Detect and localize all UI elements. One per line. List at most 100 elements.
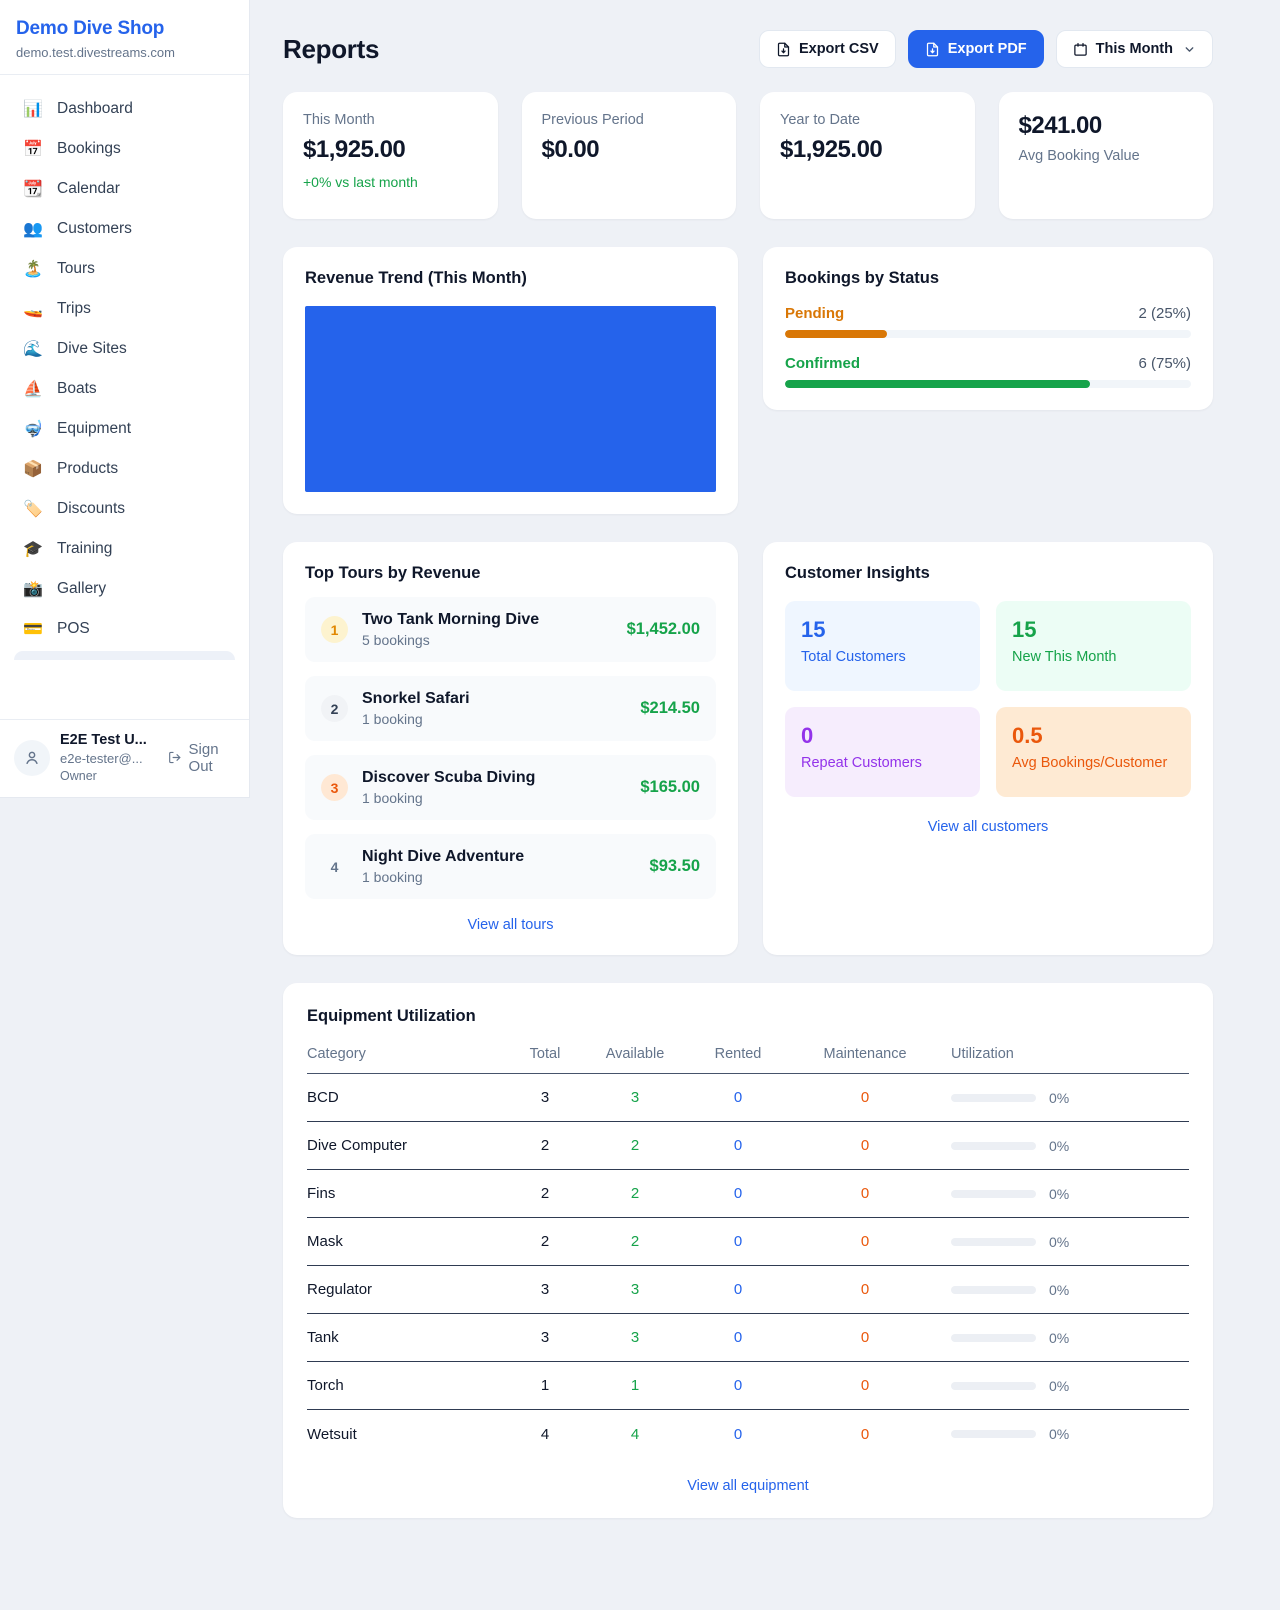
- shop-name[interactable]: Demo Dive Shop: [16, 18, 233, 40]
- insight-tiles: 15 Total Customers 15 New This Month 0 R…: [785, 601, 1191, 797]
- progress-fill: [785, 380, 1090, 388]
- tile-new-this-month: 15 New This Month: [996, 601, 1191, 691]
- equipment-available: 2: [593, 1185, 677, 1202]
- utilization-track: [951, 1094, 1036, 1102]
- sidebar-nav: 📊Dashboard 📅Bookings 📆 Calendar 👥 Customer…: [0, 75, 249, 719]
- person-icon: [23, 749, 41, 767]
- status-label: Confirmed: [785, 355, 860, 372]
- status-label: Pending: [785, 305, 844, 322]
- tour-revenue: $165.00: [640, 778, 700, 797]
- sidebar-item-dive-sites[interactable]: 🌊Dive Sites: [8, 329, 241, 369]
- sidebar-item-dashboard[interactable]: 📊Dashboard: [8, 89, 241, 129]
- customers-icon: 👥: [22, 219, 44, 239]
- sidebar-item-discounts[interactable]: 🏷️Discounts: [8, 489, 241, 529]
- view-all-customers-link[interactable]: View all customers: [785, 819, 1191, 835]
- utilization-pct: 0%: [1049, 1234, 1069, 1250]
- sidebar-item-label: Customers: [57, 220, 132, 238]
- tour-list-item[interactable]: 4 Night Dive Adventure1 booking $93.50: [305, 834, 716, 899]
- utilization-track: [951, 1286, 1036, 1294]
- equipment-total: 3: [497, 1089, 593, 1106]
- status-value: 2 (25%): [1138, 305, 1191, 322]
- progress-track: [785, 330, 1191, 338]
- stat-label: Year to Date: [780, 112, 955, 128]
- page-header: Reports Export CSV Export PDF This Month: [283, 30, 1213, 68]
- sidebar-item-label: Calendar: [57, 180, 120, 198]
- utilization-pct: 0%: [1049, 1426, 1069, 1442]
- utilization-pct: 0%: [1049, 1090, 1069, 1106]
- sidebar-item-trips[interactable]: 🚤Trips: [8, 289, 241, 329]
- sidebar-item-label: Boats: [57, 380, 97, 398]
- period-dropdown[interactable]: This Month: [1056, 30, 1213, 68]
- stat-value: $241.00: [1019, 112, 1194, 140]
- view-all-equipment-link[interactable]: View all equipment: [307, 1478, 1189, 1494]
- utilization-pct: 0%: [1049, 1378, 1069, 1394]
- sidebar-item-calendar[interactable]: 📆 Calendar: [8, 169, 241, 209]
- dashboard-icon: 📊: [22, 99, 44, 119]
- tile-label: New This Month: [1012, 649, 1175, 665]
- equipment-rented: 0: [677, 1329, 799, 1346]
- sidebar: Demo Dive Shop demo.test.divestreams.com…: [0, 0, 250, 798]
- sidebar-item-products[interactable]: 📦Products: [8, 449, 241, 489]
- tour-bookings-count: 5 bookings: [362, 632, 613, 648]
- sidebar-item-training[interactable]: 🎓Training: [8, 529, 241, 569]
- sidebar-item-equipment[interactable]: 🤿Equipment: [8, 409, 241, 449]
- utilization-track: [951, 1430, 1036, 1438]
- utilization-pct: 0%: [1049, 1282, 1069, 1298]
- stat-value: $0.00: [542, 136, 717, 164]
- sign-out-button[interactable]: Sign Out: [168, 741, 235, 775]
- sidebar-item-label: POS: [57, 620, 90, 638]
- sidebar-item-label: Equipment: [57, 420, 131, 438]
- sidebar-item-label: Discounts: [57, 500, 125, 518]
- status-row-pending: Pending 2 (25%): [785, 305, 1191, 338]
- equipment-available: 2: [593, 1233, 677, 1250]
- island-icon: 🏝️: [22, 259, 44, 279]
- utilization-track: [951, 1142, 1036, 1150]
- tile-value: 0.5: [1012, 723, 1175, 749]
- sidebar-item-boats[interactable]: ⛵Boats: [8, 369, 241, 409]
- export-csv-button[interactable]: Export CSV: [759, 30, 896, 68]
- sidebar-item-pos[interactable]: 💳POS: [8, 609, 241, 649]
- rank-badge: 3: [321, 774, 348, 801]
- tour-list-item[interactable]: 2 Snorkel Safari1 booking $214.50: [305, 676, 716, 741]
- customer-insights-title: Customer Insights: [785, 564, 1191, 583]
- sidebar-item-label: Trips: [57, 300, 91, 318]
- tile-label: Repeat Customers: [801, 755, 964, 771]
- tour-name: Snorkel Safari: [362, 690, 470, 707]
- sidebar-header: Demo Dive Shop demo.test.divestreams.com: [0, 0, 249, 75]
- export-pdf-button[interactable]: Export PDF: [908, 30, 1044, 68]
- calendar-icon: 📆: [22, 179, 44, 199]
- sidebar-item-label: Dive Sites: [57, 340, 127, 358]
- sidebar-item-customers[interactable]: 👥 Customers: [8, 209, 241, 249]
- page-title: Reports: [283, 34, 379, 65]
- table-row: Fins 2 2 0 0 0%: [307, 1170, 1189, 1218]
- col-rented: Rented: [677, 1046, 799, 1062]
- sidebar-item-reports-partial[interactable]: [14, 651, 235, 660]
- camera-icon: 📸: [22, 579, 44, 599]
- table-row: BCD 3 3 0 0 0%: [307, 1074, 1189, 1122]
- equipment-rented: 0: [677, 1089, 799, 1106]
- tile-label: Avg Bookings/Customer: [1012, 755, 1175, 771]
- stat-delta: +0% vs last month: [303, 174, 478, 190]
- view-all-tours-link[interactable]: View all tours: [305, 917, 716, 933]
- equipment-category: Dive Computer: [307, 1137, 497, 1154]
- stat-value: $1,925.00: [780, 136, 955, 164]
- col-total: Total: [497, 1046, 593, 1062]
- sidebar-item-gallery[interactable]: 📸 Gallery: [8, 569, 241, 609]
- equipment-rented: 0: [677, 1233, 799, 1250]
- sidebar-item-bookings[interactable]: 📅Bookings: [8, 129, 241, 169]
- tour-list-item[interactable]: 1 Two Tank Morning Dive5 bookings $1,452…: [305, 597, 716, 662]
- tour-list-item[interactable]: 3 Discover Scuba Diving1 booking $165.00: [305, 755, 716, 820]
- equipment-available: 3: [593, 1089, 677, 1106]
- sidebar-item-label: Gallery: [57, 580, 106, 598]
- stat-label: This Month: [303, 112, 478, 128]
- tour-bookings-count: 1 booking: [362, 711, 626, 727]
- calendar-icon: [1073, 42, 1088, 57]
- tile-value: 0: [801, 723, 964, 749]
- package-icon: 📦: [22, 459, 44, 479]
- sidebar-item-tours[interactable]: 🏝️Tours: [8, 249, 241, 289]
- table-row: Tank 3 3 0 0 0%: [307, 1314, 1189, 1362]
- equipment-maintenance: 0: [799, 1426, 931, 1443]
- rank-badge: 4: [321, 853, 348, 880]
- shop-domain: demo.test.divestreams.com: [16, 45, 233, 60]
- period-label: This Month: [1096, 41, 1173, 57]
